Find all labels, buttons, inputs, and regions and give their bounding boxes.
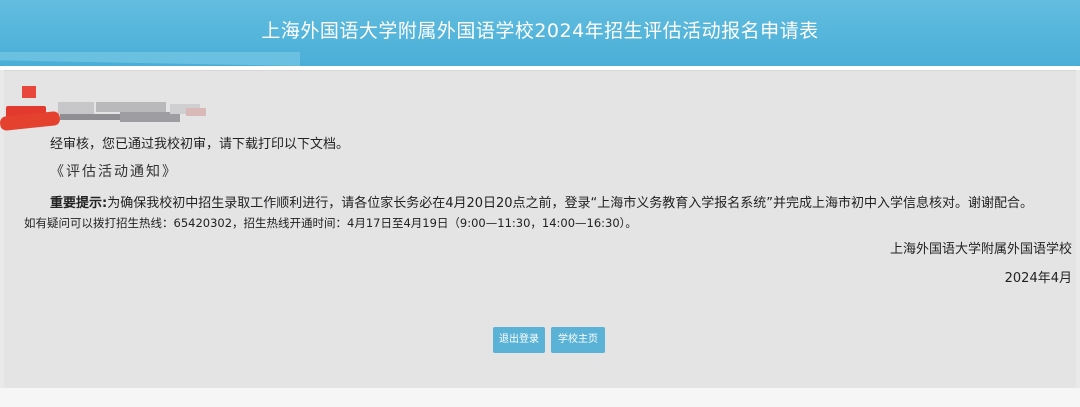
notice-document-link[interactable]: 《评估活动通知》 — [50, 161, 178, 181]
signature-school: 上海外国语大学附属外国语学校 — [889, 242, 1072, 257]
important-text: 为确保我校初中招生录取工作顺利进行，请各位家长务必在4月20日20点之前，登录“… — [107, 196, 1034, 211]
important-label: 重要提示: — [50, 196, 108, 211]
school-homepage-button[interactable]: 学校主页 — [551, 327, 605, 353]
important-notice: 重要提示:为确保我校初中招生录取工作顺利进行，请各位家长务必在4月20日20点之… — [50, 192, 1033, 211]
redacted-applicant-name — [0, 78, 230, 138]
signature-date: 2024年4月 — [1004, 271, 1072, 286]
page-header: 上海外国语大学附属外国语学校2024年招生评估活动报名申请表 — [0, 0, 1080, 66]
hotline-info: 如有疑问可以拨打招生热线：65420302，招生热线开通时间：4月17日至4月1… — [24, 216, 637, 230]
logout-button[interactable]: 退出登录 — [493, 327, 545, 353]
page-title: 上海外国语大学附属外国语学校2024年招生评估活动报名申请表 — [261, 20, 819, 42]
approval-message: 经审核，您已通过我校初审，请下载打印以下文档。 — [50, 137, 350, 152]
header-decoration — [0, 52, 300, 66]
page-footer-band — [0, 388, 1080, 407]
